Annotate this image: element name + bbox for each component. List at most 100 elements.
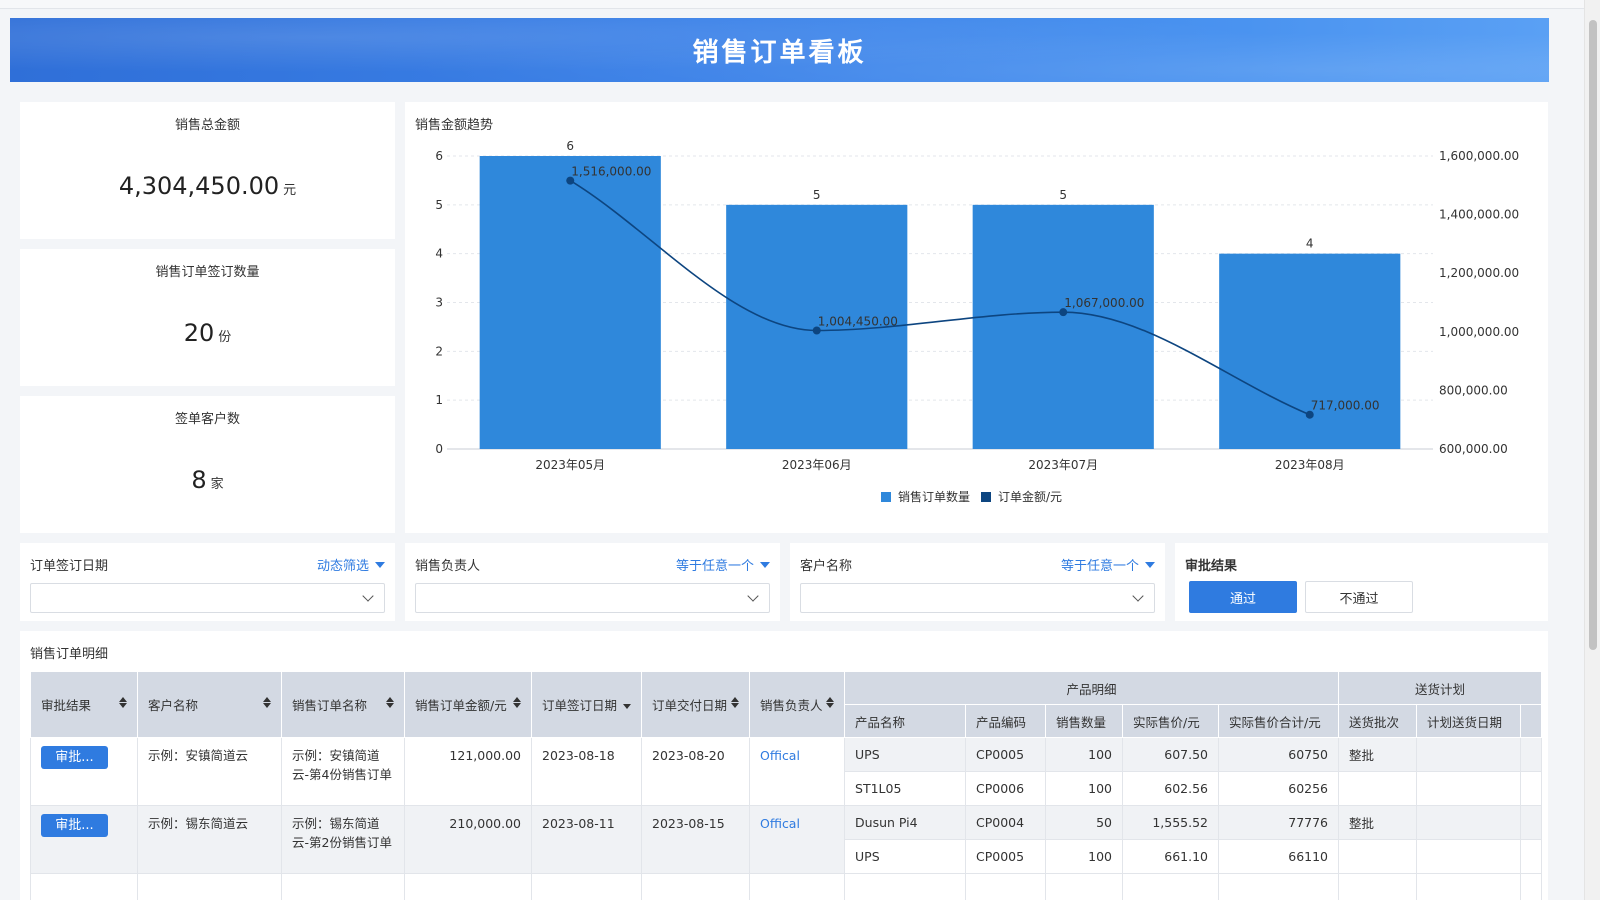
- cell-price: 607.50: [1122, 737, 1220, 772]
- cell-total: 60256: [1218, 771, 1340, 806]
- cell-order-name: 示例：安镇简道云-第4份销售订单: [281, 737, 405, 806]
- kpi-label: 签单客户数: [174, 412, 240, 427]
- cell-total: 66110: [1218, 839, 1340, 874]
- table-row[interactable]: 审批... 示例：锡东简道云 示例：锡东简道云-第2份销售订单 210,000.…: [30, 805, 1543, 874]
- cell-price: 661.10: [1122, 839, 1220, 874]
- col-approval[interactable]: 审批结果: [30, 671, 138, 738]
- kpi-label: 销售订单签订数量: [155, 265, 260, 280]
- kpi-customer-count: 签单客户数 8家: [20, 396, 395, 533]
- sales-trend-chart: 0 1 2 3 4 5 6 600,000.00 800,000.00 1,000,000.00 1…: [435, 139, 1519, 504]
- filter-label: 客户名称: [800, 559, 853, 574]
- table-row[interactable]: 审批... 示例：安镇简道云 示例：安镇简道云-第4份销售订单 121,000.…: [30, 737, 1543, 806]
- sign-date-select[interactable]: [30, 583, 385, 613]
- group-product-detail: 产品明细: [844, 671, 1340, 705]
- page-banner: 销售订单看板: [10, 18, 1549, 82]
- x-tick-label: 2023年08月: [1275, 458, 1345, 472]
- owner-link[interactable]: Offical: [760, 748, 800, 763]
- y-left-tick-label: 3: [435, 296, 443, 310]
- cell-plan-date: [1416, 839, 1522, 874]
- y-left-tick-label: 5: [435, 198, 443, 212]
- sort-icon[interactable]: [263, 697, 271, 708]
- col-amount[interactable]: 销售订单金额/元: [404, 671, 532, 738]
- col-batch: 送货批次: [1338, 704, 1418, 738]
- cell-total: 77776: [1218, 805, 1340, 840]
- col-delivery-date[interactable]: 订单交付日期: [641, 671, 751, 738]
- legend-swatch: [881, 492, 891, 502]
- cell-batch: [1338, 771, 1418, 806]
- filter-mode-dropdown[interactable]: 等于任意一个: [676, 555, 770, 574]
- cell-approval: 审批...: [30, 805, 138, 874]
- sort-desc-icon[interactable]: [623, 704, 632, 709]
- col-owner[interactable]: 销售负责人: [749, 671, 846, 738]
- sort-icon[interactable]: [826, 697, 835, 708]
- cell-plan-date: [1416, 805, 1522, 840]
- vertical-scrollbar[interactable]: [1584, 0, 1600, 900]
- y-right-tick-label: 1,400,000.00: [1439, 208, 1519, 222]
- kpi-total-sales: 销售总金额 4,304,450.00 元: [20, 102, 395, 239]
- cell-sign-date: 2023-08-18: [530, 737, 643, 806]
- filter-label: 销售负责人: [415, 559, 481, 574]
- y-right-tick-label: 800,000.00: [1439, 383, 1508, 397]
- y-left-tick-label: 0: [435, 442, 443, 456]
- cell-product-name: UPS: [844, 737, 967, 772]
- col-more: [1520, 704, 1543, 738]
- cell-batch: 整批: [1338, 737, 1418, 772]
- filter-mode-dropdown[interactable]: 动态筛选: [317, 555, 385, 574]
- sales-owner-select[interactable]: [415, 583, 770, 613]
- cell-total: 60750: [1218, 737, 1340, 772]
- customer-name-select[interactable]: [800, 583, 1155, 613]
- col-order-name[interactable]: 销售订单名称: [281, 671, 405, 738]
- table-title: 销售订单明细: [30, 647, 109, 662]
- kpi-value: 20: [183, 319, 215, 347]
- col-sign-date[interactable]: 订单签订日期: [530, 671, 643, 738]
- cell-product-code: CP0005: [965, 737, 1047, 772]
- kpi-unit: 家: [210, 477, 224, 492]
- col-label: 审批结果: [41, 698, 92, 713]
- kpi-unit: 元: [283, 183, 297, 198]
- approval-pass-button[interactable]: 通过: [1189, 581, 1297, 613]
- bar: [479, 156, 661, 449]
- cell-owner: Offical: [749, 805, 846, 874]
- line-value-label: 717,000.00: [1311, 399, 1380, 413]
- owner-link[interactable]: Offical: [760, 816, 800, 831]
- cell-qty: 100: [1045, 839, 1124, 874]
- sort-icon[interactable]: [119, 697, 127, 708]
- cell-product-code: CP0004: [965, 805, 1047, 840]
- cell-amount: 121,000.00: [404, 737, 532, 806]
- col-plan-date: 计划送货日期: [1416, 704, 1522, 738]
- col-price: 实际售价/元: [1122, 704, 1220, 738]
- col-customer[interactable]: 客户名称: [137, 671, 282, 738]
- kpi-value: 4,304,450.00: [118, 172, 280, 200]
- y-left-tick-label: 4: [435, 247, 443, 261]
- sort-icon[interactable]: [731, 697, 740, 708]
- legend-label: 销售订单数量: [898, 489, 970, 504]
- page-title: 销售订单看板: [692, 37, 867, 68]
- scrollbar-thumb[interactable]: [1589, 20, 1597, 650]
- line-value-label: 1,004,450.00: [818, 314, 898, 328]
- cell-product-code: CP0005: [965, 839, 1047, 874]
- cell-sign-date: 2023-08-11: [530, 805, 643, 874]
- approval-badge[interactable]: 审批...: [41, 814, 108, 837]
- filter-mode-dropdown[interactable]: 等于任意一个: [1061, 555, 1155, 574]
- chevron-down-icon: [362, 590, 374, 602]
- x-tick-label: 2023年06月: [782, 458, 852, 472]
- y-right-tick-label: 600,000.00: [1439, 442, 1508, 456]
- approval-badge[interactable]: 审批...: [41, 746, 108, 769]
- approval-fail-button[interactable]: 不通过: [1305, 581, 1413, 613]
- kpi-order-count: 销售订单签订数量 20 份: [20, 249, 395, 386]
- cell-owner: Offical: [749, 737, 846, 806]
- cell-price: 1,555.52: [1122, 805, 1220, 840]
- table-row[interactable]: [30, 873, 1543, 900]
- line-value-label: 1,067,000.00: [1064, 296, 1144, 310]
- sales-trend-chart-card: 销售金额趋势 0 1 2 3 4 5 6 600,000.00 800,000.00 1,000,…: [405, 102, 1548, 533]
- filter-approval-result: 审批结果 通过 不通过: [1175, 543, 1548, 621]
- cell-product-name: Dusun Pi4: [844, 805, 967, 840]
- caret-down-icon: [1145, 561, 1155, 568]
- cell-product-name: ST1L05: [844, 771, 967, 806]
- sort-icon[interactable]: [386, 697, 394, 708]
- kpi-label: 销售总金额: [174, 118, 240, 133]
- sort-icon[interactable]: [513, 697, 521, 708]
- filter-customer-name: 客户名称 等于任意一个: [790, 543, 1165, 621]
- top-bar: [0, 0, 1600, 9]
- cell-batch: 整批: [1338, 805, 1418, 840]
